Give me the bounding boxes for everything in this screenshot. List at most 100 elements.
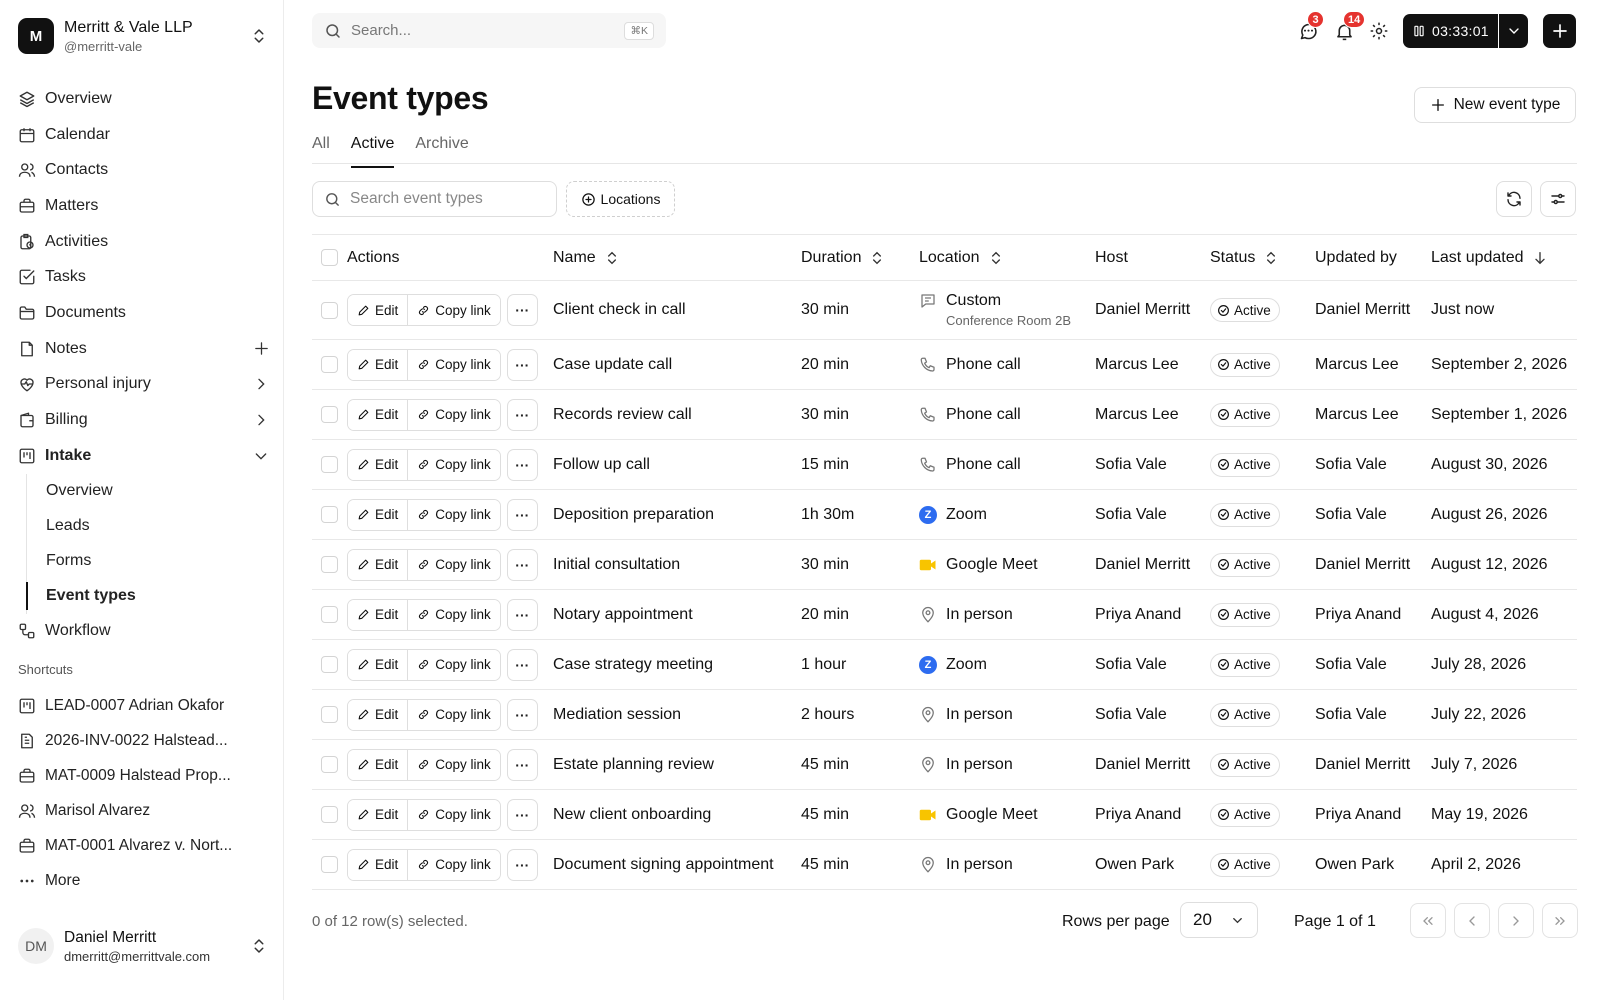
shortcut-item[interactable]: MAT-0001 Alvarez v. Nort... xyxy=(18,828,270,863)
edit-button[interactable]: Edit xyxy=(348,499,408,530)
rows-per-page-select[interactable]: 20 xyxy=(1180,902,1258,938)
copy-link-button[interactable]: Copy link xyxy=(407,849,500,880)
messages-button[interactable]: 3 xyxy=(1296,11,1324,45)
row-more-button[interactable]: ··· xyxy=(506,498,538,531)
table-row[interactable]: Edit Copy link ··· Records review call 3… xyxy=(312,390,1577,440)
copy-link-button[interactable]: Copy link xyxy=(407,295,500,325)
user-menu[interactable]: DM Daniel Merritt dmerritt@merrittvale.c… xyxy=(18,924,268,968)
nav-item-activities[interactable]: Activities xyxy=(18,224,270,260)
table-row[interactable]: Edit Copy link ··· Client check in call … xyxy=(312,281,1577,340)
select-all-checkbox[interactable] xyxy=(321,249,338,266)
table-row[interactable]: Edit Copy link ··· Deposition preparatio… xyxy=(312,490,1577,540)
shortcut-item[interactable]: MAT-0009 Halstead Prop... xyxy=(18,758,270,793)
nav-item-intake[interactable]: Intake xyxy=(18,438,270,474)
new-event-type-button[interactable]: New event type xyxy=(1414,87,1576,123)
copy-link-button[interactable]: Copy link xyxy=(407,799,500,830)
edit-button[interactable]: Edit xyxy=(348,749,408,780)
nav-item-billing[interactable]: Billing xyxy=(18,402,270,438)
notifications-button[interactable]: 14 xyxy=(1332,11,1366,45)
quick-add-button[interactable] xyxy=(1543,14,1576,48)
column-header-location[interactable]: Location xyxy=(919,249,1004,267)
edit-button[interactable]: Edit xyxy=(348,599,408,630)
edit-button[interactable]: Edit xyxy=(348,295,408,325)
locations-filter-button[interactable]: Locations xyxy=(566,181,675,217)
shortcut-item[interactable]: 2026-INV-0022 Halstead... xyxy=(18,723,270,758)
timer-dropdown-button[interactable] xyxy=(1499,14,1528,48)
row-checkbox[interactable] xyxy=(321,756,338,773)
nav-item-tasks[interactable]: Tasks xyxy=(18,259,270,295)
global-search[interactable]: Search... ⌘K xyxy=(312,13,666,48)
row-checkbox[interactable] xyxy=(321,856,338,873)
table-row[interactable]: Edit Copy link ··· Estate planning revie… xyxy=(312,740,1577,790)
tab-active[interactable]: Active xyxy=(350,135,394,168)
row-checkbox[interactable] xyxy=(321,356,338,373)
row-checkbox[interactable] xyxy=(321,556,338,573)
row-checkbox[interactable] xyxy=(321,806,338,823)
row-checkbox[interactable] xyxy=(321,706,338,723)
org-switcher[interactable]: M Merritt & Vale LLP @merritt-vale xyxy=(18,14,268,58)
row-more-button[interactable]: ··· xyxy=(506,548,538,581)
table-row[interactable]: Edit Copy link ··· Notary appointment 20… xyxy=(312,590,1577,640)
subnav-item-forms[interactable]: Forms xyxy=(46,544,270,579)
settings-button[interactable] xyxy=(1367,17,1391,45)
table-row[interactable]: Edit Copy link ··· Mediation session 2 h… xyxy=(312,690,1577,740)
copy-link-button[interactable]: Copy link xyxy=(407,699,500,730)
event-type-search[interactable] xyxy=(312,181,557,217)
row-more-button[interactable]: ··· xyxy=(506,748,538,781)
view-options-button[interactable] xyxy=(1540,181,1576,217)
next-page-button[interactable] xyxy=(1498,903,1534,938)
row-more-button[interactable]: ··· xyxy=(506,348,538,381)
shortcut-item[interactable]: LEAD-0007 Adrian Okafor xyxy=(18,688,270,723)
copy-link-button[interactable]: Copy link xyxy=(407,549,500,580)
edit-button[interactable]: Edit xyxy=(348,849,408,880)
column-header-last-updated[interactable]: Last updated xyxy=(1431,249,1548,267)
first-page-button[interactable] xyxy=(1410,903,1446,938)
row-checkbox[interactable] xyxy=(321,656,338,673)
edit-button[interactable]: Edit xyxy=(348,449,408,480)
row-more-button[interactable]: ··· xyxy=(506,848,538,881)
row-checkbox[interactable] xyxy=(321,506,338,523)
edit-button[interactable]: Edit xyxy=(348,699,408,730)
copy-link-button[interactable]: Copy link xyxy=(407,349,500,380)
subnav-item-event-types[interactable]: Event types xyxy=(46,579,270,614)
tab-all[interactable]: All xyxy=(312,135,330,163)
nav-item-calendar[interactable]: Calendar xyxy=(18,117,270,153)
previous-page-button[interactable] xyxy=(1454,903,1490,938)
row-more-button[interactable]: ··· xyxy=(506,798,538,831)
copy-link-button[interactable]: Copy link xyxy=(407,499,500,530)
row-more-button[interactable]: ··· xyxy=(506,398,538,431)
column-header-status[interactable]: Status xyxy=(1210,249,1279,267)
copy-link-button[interactable]: Copy link xyxy=(407,749,500,780)
copy-link-button[interactable]: Copy link xyxy=(407,599,500,630)
tab-archive[interactable]: Archive xyxy=(415,135,468,163)
subnav-item-overview[interactable]: Overview xyxy=(46,474,270,509)
add-note-icon[interactable] xyxy=(252,340,270,358)
table-row[interactable]: Edit Copy link ··· Document signing appo… xyxy=(312,840,1577,890)
table-row[interactable]: Edit Copy link ··· Follow up call 15 min… xyxy=(312,440,1577,490)
row-more-button[interactable]: ··· xyxy=(506,448,538,481)
nav-item-contacts[interactable]: Contacts xyxy=(18,152,270,188)
edit-button[interactable]: Edit xyxy=(348,549,408,580)
table-row[interactable]: Edit Copy link ··· Initial consultation … xyxy=(312,540,1577,590)
nav-item-overview[interactable]: Overview xyxy=(18,81,270,117)
nav-item-matters[interactable]: Matters xyxy=(18,188,270,224)
event-type-search-input[interactable] xyxy=(350,190,530,208)
table-row[interactable]: Edit Copy link ··· Case update call 20 m… xyxy=(312,340,1577,390)
shortcuts-more[interactable]: More xyxy=(18,863,270,898)
last-page-button[interactable] xyxy=(1542,903,1578,938)
copy-link-button[interactable]: Copy link xyxy=(407,449,500,480)
edit-button[interactable]: Edit xyxy=(348,349,408,380)
table-row[interactable]: Edit Copy link ··· Case strategy meeting… xyxy=(312,640,1577,690)
nav-item-notes[interactable]: Notes xyxy=(18,331,270,367)
row-more-button[interactable]: ··· xyxy=(506,648,538,681)
nav-item-workflow[interactable]: Workflow xyxy=(18,614,270,650)
row-more-button[interactable]: ··· xyxy=(506,294,538,326)
nav-item-personal-injury[interactable]: Personal injury xyxy=(18,367,270,403)
edit-button[interactable]: Edit xyxy=(348,649,408,680)
copy-link-button[interactable]: Copy link xyxy=(407,399,500,430)
subnav-item-leads[interactable]: Leads xyxy=(46,509,270,544)
column-header-name[interactable]: Name xyxy=(553,249,620,267)
row-checkbox[interactable] xyxy=(321,406,338,423)
row-more-button[interactable]: ··· xyxy=(506,698,538,731)
row-more-button[interactable]: ··· xyxy=(506,598,538,631)
